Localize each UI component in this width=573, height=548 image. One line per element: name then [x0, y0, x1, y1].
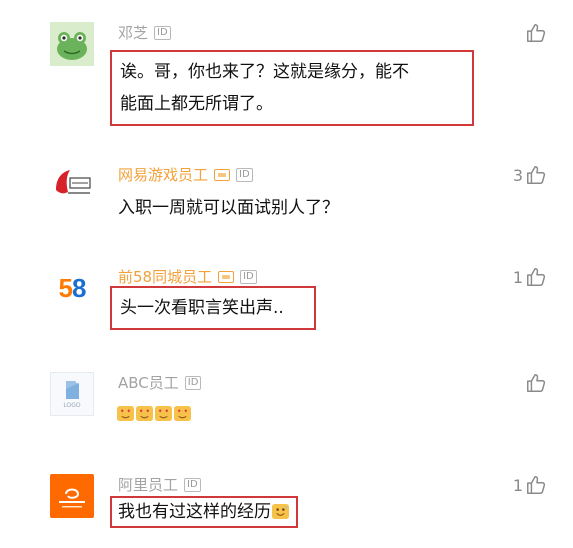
heart-eyes-emoji-icon [155, 405, 172, 422]
id-badge: ID [240, 270, 257, 284]
comment-item: LOGO ABC员工 ID [0, 372, 573, 432]
comment-username[interactable]: 邓芝 ID [118, 22, 171, 44]
comment-item: 58 前58同城员工 ID 头一次看职言笑出声.. 1 [0, 266, 573, 336]
like-button[interactable]: 1 [513, 474, 547, 496]
netease-logo-avatar[interactable] [50, 164, 94, 208]
58-logo-icon: 58 [58, 272, 87, 303]
id-badge: ID [184, 376, 202, 390]
heart-eyes-emoji-icon [136, 405, 153, 422]
username-text: 网易游戏员工 [118, 166, 209, 184]
like-button[interactable]: 3 [513, 164, 547, 186]
sweat-smile-emoji-icon [272, 503, 289, 520]
comment-username[interactable]: ABC员工 ID [118, 372, 202, 394]
logo-placeholder-text: LOGO [63, 402, 81, 409]
alibaba-logo-icon [59, 488, 85, 508]
username-text: 阿里员工 [118, 476, 179, 494]
comment-content-highlighted: 我也有过这样的经历 [110, 496, 298, 528]
comment-username[interactable]: 网易游戏员工 ID [118, 164, 253, 186]
comment-content-highlighted: 诶。哥，你也来了？这就是缘分，能不 能面上都无所谓了。 [110, 50, 474, 126]
58-logo-avatar[interactable]: 58 [50, 266, 94, 310]
like-count: 1 [512, 267, 523, 287]
comment-item: 网易游戏员工 ID 入职一周就可以面试别人了？ 3 [0, 164, 573, 224]
comment-content-highlighted: 头一次看职言笑出声.. [110, 286, 316, 330]
like-button[interactable] [523, 22, 547, 44]
thumbs-up-icon [527, 24, 546, 42]
comment-username[interactable]: 前58同城员工 ID [118, 266, 257, 288]
like-button[interactable] [523, 372, 547, 394]
verified-badge-icon [218, 271, 235, 283]
comment-content: 入职一周就可以面试别人了？ [118, 198, 339, 218]
logo-placeholder-avatar[interactable]: LOGO [50, 372, 94, 416]
comment-username[interactable]: 阿里员工 ID [118, 474, 201, 496]
thumbs-up-icon [527, 476, 546, 494]
like-button[interactable]: 1 [513, 266, 547, 288]
like-count: 3 [512, 165, 523, 185]
verified-badge-icon [214, 169, 231, 181]
comment-emoji-row [110, 394, 198, 434]
comment-text: 我也有过这样的经历 [118, 502, 271, 522]
comment-item: 阿里员工 ID 我也有过这样的经历 1 [0, 474, 573, 538]
thumbs-up-icon [527, 268, 546, 286]
username-text: ABC员工 [118, 374, 179, 392]
comment-line: 诶。哥，你也来了？这就是缘分，能不 [120, 62, 409, 82]
comment-item: 邓芝 ID 诶。哥，你也来了？这就是缘分，能不 能面上都无所谓了。 [0, 22, 573, 132]
heart-eyes-emoji-icon [117, 405, 134, 422]
alibaba-logo-avatar[interactable] [50, 474, 94, 518]
thumbs-up-icon [527, 166, 546, 184]
thumbs-up-icon [527, 374, 546, 392]
heart-eyes-emoji-icon [174, 405, 191, 422]
username-text: 前58同城员工 [118, 268, 213, 286]
comment-line: 能面上都无所谓了。 [120, 94, 273, 114]
username-text: 邓芝 [118, 24, 149, 42]
id-badge: ID [236, 168, 253, 182]
frog-avatar[interactable] [50, 22, 94, 66]
id-badge: ID [184, 478, 201, 492]
netease-logo-icon [56, 170, 91, 194]
id-badge: ID [154, 26, 171, 40]
frog-icon [57, 32, 87, 60]
comment-list: 邓芝 ID 诶。哥，你也来了？这就是缘分，能不 能面上都无所谓了。 网易游戏员工 [0, 0, 573, 548]
document-icon [66, 381, 79, 399]
like-count: 1 [512, 475, 523, 495]
